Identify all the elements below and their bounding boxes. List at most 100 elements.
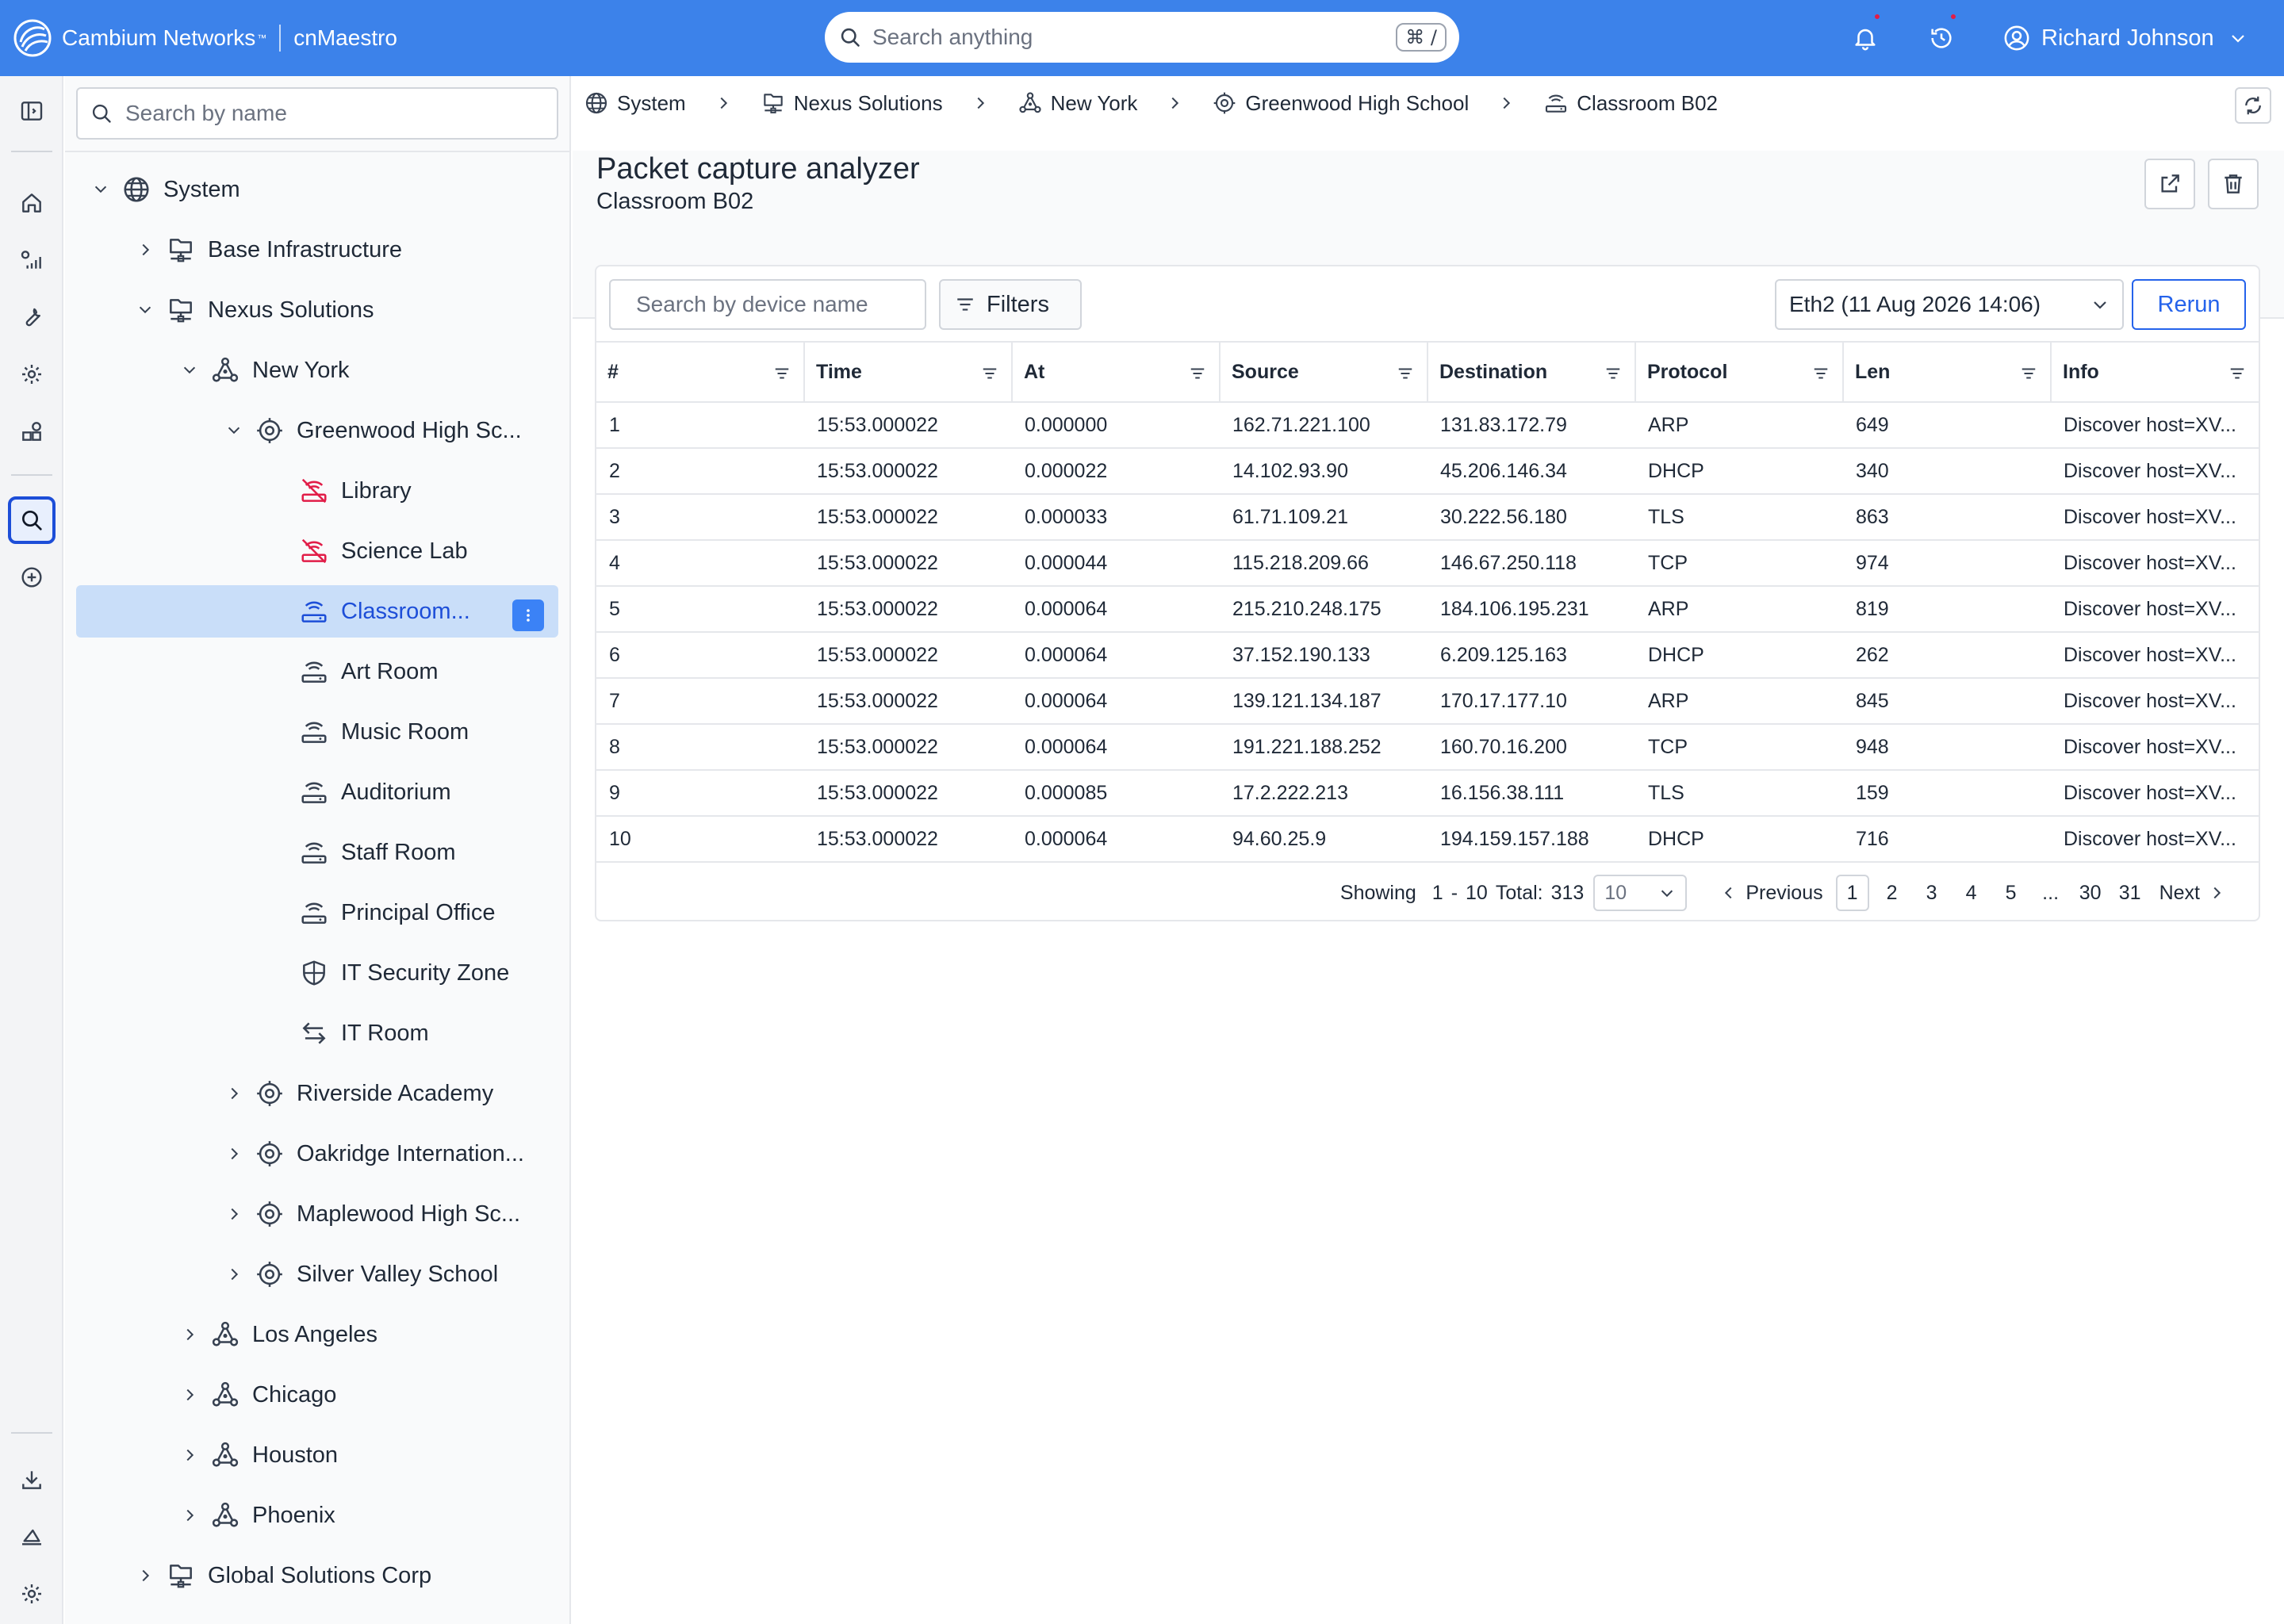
column-header[interactable]: At bbox=[1012, 341, 1221, 403]
tree-node[interactable]: Classroom... bbox=[76, 585, 558, 638]
global-search-input[interactable] bbox=[871, 24, 1397, 51]
rail-announcements[interactable] bbox=[8, 1513, 56, 1561]
tree-node[interactable]: Library bbox=[65, 465, 557, 517]
chevron-down-icon[interactable] bbox=[136, 301, 154, 319]
rail-tools[interactable] bbox=[8, 293, 56, 341]
column-filter-icon[interactable] bbox=[1812, 365, 1830, 382]
tree-node[interactable]: Maplewood High Sc... bbox=[65, 1188, 557, 1240]
column-filter-icon[interactable] bbox=[2228, 365, 2246, 382]
chevron-right-icon[interactable] bbox=[181, 1326, 198, 1343]
column-header[interactable]: Protocol bbox=[1635, 341, 1844, 403]
per-page-select[interactable]: 10 bbox=[1593, 875, 1688, 911]
next-page-button[interactable]: Next bbox=[2159, 882, 2225, 905]
page-number-button[interactable]: 2 bbox=[1876, 875, 1909, 911]
previous-page-button[interactable]: Previous bbox=[1720, 882, 1823, 905]
table-row[interactable]: 8 15:53.000022 0.000064 191.221.188.252 160.… bbox=[596, 724, 2259, 771]
chevron-right-icon[interactable] bbox=[225, 1205, 243, 1223]
tree-node[interactable]: Auditorium bbox=[65, 766, 557, 818]
table-row[interactable]: 2 15:53.000022 0.000022 14.102.93.90 45.206.… bbox=[596, 448, 2259, 495]
activity-button[interactable] bbox=[1924, 13, 1959, 56]
tree-node[interactable]: IT Security Zone bbox=[65, 947, 557, 999]
global-search[interactable]: ⌘ / bbox=[825, 12, 1459, 63]
rail-search[interactable] bbox=[8, 496, 56, 544]
interface-select[interactable]: Eth2 (11 Aug 2026 14:06) bbox=[1775, 279, 2124, 330]
rail-monitor[interactable] bbox=[8, 236, 56, 284]
column-header[interactable]: Destination bbox=[1428, 341, 1636, 403]
page-number-button[interactable]: 5 bbox=[1995, 875, 2028, 911]
breadcrumb-item[interactable]: Classroom B02 bbox=[1543, 90, 1718, 116]
open-external-button[interactable] bbox=[2144, 159, 2195, 209]
tree-node[interactable]: Staff Room bbox=[65, 826, 557, 879]
table-row[interactable]: 3 15:53.000022 0.000033 61.71.109.21 30.222.… bbox=[596, 494, 2259, 541]
table-row[interactable]: 9 15:53.000022 0.000085 17.2.222.213 16.156.… bbox=[596, 770, 2259, 817]
chevron-right-icon[interactable] bbox=[225, 1085, 243, 1102]
column-filter-icon[interactable] bbox=[981, 365, 998, 382]
tree-node[interactable]: Base Infrastructure bbox=[65, 224, 557, 276]
tree-node[interactable]: Phoenix bbox=[65, 1489, 557, 1542]
chevron-right-icon[interactable] bbox=[136, 1567, 154, 1584]
chevron-down-icon[interactable] bbox=[92, 181, 109, 198]
page-number-button[interactable]: 30 bbox=[2074, 875, 2107, 911]
tree-node[interactable]: Riverside Academy bbox=[65, 1067, 557, 1120]
tree-node[interactable]: Music Room bbox=[65, 706, 557, 758]
tree-node[interactable]: Los Angeles bbox=[65, 1308, 557, 1361]
tree-node[interactable]: Chicago bbox=[65, 1369, 557, 1421]
tree-node[interactable]: New York bbox=[65, 344, 557, 396]
tree-node[interactable]: Houston bbox=[65, 1429, 557, 1481]
chevron-right-icon[interactable] bbox=[136, 241, 154, 259]
chevron-right-icon[interactable] bbox=[225, 1266, 243, 1283]
chevron-right-icon[interactable] bbox=[225, 1145, 243, 1162]
page-number-button[interactable]: 31 bbox=[2113, 875, 2147, 911]
tree-node[interactable]: Nexus Solutions bbox=[65, 284, 557, 336]
tree-node[interactable]: Science Lab bbox=[65, 525, 557, 577]
delete-button[interactable] bbox=[2208, 159, 2259, 209]
page-number-button[interactable]: 3 bbox=[1915, 875, 1949, 911]
chevron-right-icon[interactable] bbox=[181, 1507, 198, 1524]
tree-node[interactable]: Art Room bbox=[65, 645, 557, 698]
tree-node[interactable]: Oakridge Internation... bbox=[65, 1128, 557, 1180]
chevron-right-icon[interactable] bbox=[181, 1446, 198, 1464]
column-filter-icon[interactable] bbox=[1397, 365, 1414, 382]
tree-node[interactable]: Principal Office bbox=[65, 887, 557, 939]
device-search-input[interactable] bbox=[634, 291, 924, 318]
column-header[interactable]: Source bbox=[1220, 341, 1428, 403]
breadcrumb-item[interactable]: New York bbox=[1017, 90, 1137, 116]
rail-home[interactable] bbox=[8, 179, 56, 227]
table-row[interactable]: 4 15:53.000022 0.000044 115.218.209.66 146.6… bbox=[596, 540, 2259, 587]
user-menu[interactable]: Richard Johnson bbox=[2003, 21, 2248, 56]
breadcrumb-item[interactable]: Greenwood High School bbox=[1212, 90, 1469, 116]
more-options-button[interactable] bbox=[512, 599, 544, 631]
rerun-button[interactable]: Rerun bbox=[2132, 279, 2246, 330]
chevron-down-icon[interactable] bbox=[181, 362, 198, 379]
chevron-down-icon[interactable] bbox=[225, 422, 243, 439]
tree-node[interactable]: Silver Valley School bbox=[65, 1248, 557, 1300]
tree-node[interactable]: Global Solutions Corp bbox=[65, 1549, 557, 1602]
column-filter-icon[interactable] bbox=[2020, 365, 2037, 382]
tree-node[interactable]: Greenwood High Sc... bbox=[65, 404, 557, 457]
column-header[interactable]: Time bbox=[804, 341, 1013, 403]
rail-preferences[interactable] bbox=[8, 1570, 56, 1618]
breadcrumb-item[interactable]: Nexus Solutions bbox=[761, 90, 943, 116]
page-number-button[interactable]: 4 bbox=[1955, 875, 1988, 911]
tree-node[interactable]: IT Room bbox=[65, 1007, 557, 1059]
tree-search[interactable] bbox=[76, 87, 558, 140]
table-row[interactable]: 5 15:53.000022 0.000064 215.210.248.175 184.… bbox=[596, 586, 2259, 633]
filters-button[interactable]: Filters bbox=[939, 279, 1082, 330]
breadcrumb-item[interactable]: System bbox=[584, 90, 686, 116]
column-header[interactable]: Info bbox=[2051, 341, 2259, 403]
column-filter-icon[interactable] bbox=[1189, 365, 1206, 382]
tree-search-input[interactable] bbox=[124, 100, 544, 127]
toggle-sidebar-button[interactable] bbox=[8, 87, 56, 135]
column-header[interactable]: Len bbox=[1843, 341, 2052, 403]
page-number-button[interactable]: 1 bbox=[1835, 875, 1869, 911]
table-row[interactable]: 10 15:53.000022 0.000064 94.60.25.9 194.159.… bbox=[596, 816, 2259, 863]
refresh-button[interactable] bbox=[2235, 87, 2271, 124]
table-row[interactable]: 1 15:53.000022 0.000000 162.71.221.100 131.8… bbox=[596, 402, 2259, 449]
rail-apps[interactable] bbox=[8, 408, 56, 455]
device-search[interactable] bbox=[609, 279, 926, 330]
column-header[interactable]: # bbox=[596, 341, 805, 403]
table-row[interactable]: 7 15:53.000022 0.000064 139.121.134.187 170.… bbox=[596, 678, 2259, 725]
table-row[interactable]: 6 15:53.000022 0.000064 37.152.190.133 6.209… bbox=[596, 632, 2259, 679]
brand[interactable]: Cambium Networks ™ cnMaestro bbox=[13, 17, 397, 59]
column-filter-icon[interactable] bbox=[773, 365, 791, 382]
